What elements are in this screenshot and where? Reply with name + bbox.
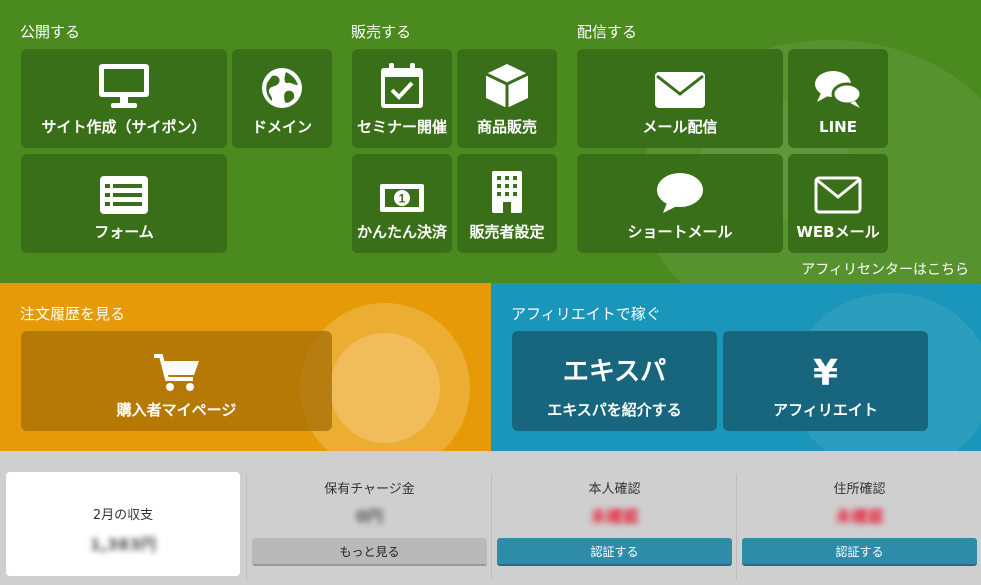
monthly-income-card: 2月の収支 1,383円 — [6, 472, 240, 576]
more-button[interactable]: もっと見る — [252, 538, 487, 566]
charge-title: 保有チャージ金 — [324, 482, 415, 497]
short-mail-tile[interactable]: ショートメール — [577, 154, 783, 253]
product-sales-label: 商品販売 — [476, 118, 537, 136]
yen-icon: ¥ — [812, 353, 839, 394]
divider — [246, 474, 247, 580]
identity-title: 本人確認 — [588, 482, 641, 497]
expa-logo-text: エキスパ — [562, 357, 667, 387]
banknote-icon: 1 — [379, 181, 425, 215]
svg-text:1: 1 — [399, 192, 406, 206]
affiliate-label: アフィリエイト — [773, 401, 878, 419]
product-sales-tile[interactable]: 商品販売 — [457, 49, 557, 148]
sell-section-title: 販売する — [351, 23, 412, 41]
address-title: 住所確認 — [833, 482, 886, 497]
box-icon — [484, 62, 530, 110]
seminar-label: セミナー開催 — [356, 118, 447, 136]
seller-settings-tile[interactable]: 販売者設定 — [457, 154, 557, 253]
domain-label: ドメイン — [251, 118, 312, 136]
divider — [491, 474, 492, 580]
affiliate-tile[interactable]: ¥ アフィリエイト — [723, 331, 928, 431]
publish-section-title: 公開する — [20, 23, 81, 41]
orders-panel: 注文履歴を見る 購入者マイページ — [0, 283, 491, 451]
web-mail-tile[interactable]: WEBメール — [788, 154, 888, 253]
seller-settings-label: 販売者設定 — [469, 223, 545, 241]
verify-address-button[interactable]: 認証する — [742, 538, 977, 566]
income-title: 2月の収支 — [92, 508, 154, 523]
charge-value: 0円 — [355, 507, 384, 526]
calendar-check-icon — [379, 62, 425, 110]
shopping-cart-icon — [153, 353, 201, 393]
form-list-icon — [99, 175, 149, 215]
monitor-icon — [97, 62, 151, 110]
site-creation-label: サイト作成（サイポン） — [41, 118, 207, 136]
orders-section-title: 注文履歴を見る — [20, 305, 126, 323]
affiliate-center-link[interactable]: アフィリセンターはこちら — [801, 259, 969, 279]
income-value-wrap: 1,383円 — [6, 531, 240, 555]
buyer-page-label: 購入者マイページ — [116, 401, 237, 419]
expa-referral-label: エキスパを紹介する — [547, 401, 682, 419]
character-illustration — [330, 333, 440, 443]
form-label: フォーム — [94, 223, 154, 241]
web-mail-label: WEBメール — [796, 223, 880, 241]
speech-bubble-icon — [655, 171, 705, 215]
affiliate-panel: アフィリエイトで稼ぐ エキスパ エキスパを紹介する ¥ アフィリエイト — [491, 283, 981, 451]
mail-delivery-tile[interactable]: メール配信 — [577, 49, 783, 148]
address-status: 未確認 — [835, 507, 884, 526]
seminar-tile[interactable]: セミナー開催 — [352, 49, 452, 148]
identity-value-wrap: 未確認 — [493, 504, 736, 526]
line-label: LINE — [819, 118, 857, 136]
easy-payment-tile[interactable]: 1 かんたん決済 — [352, 154, 452, 253]
line-tile[interactable]: LINE — [788, 49, 888, 148]
site-creation-tile[interactable]: サイト作成（サイポン） — [21, 49, 227, 148]
affiliate-section-title: アフィリエイトで稼ぐ — [511, 305, 661, 323]
globe-icon — [260, 66, 304, 110]
easy-payment-label: かんたん決済 — [356, 223, 447, 241]
tools-panel: 公開する 販売する 配信する サイト作成（サイポン） ドメイン フォーム セミナ… — [0, 0, 981, 283]
address-value-wrap: 未確認 — [738, 504, 981, 526]
identity-verification-card: 本人確認 未確認 認証する — [493, 474, 736, 574]
verify-identity-button[interactable]: 認証する — [497, 538, 732, 566]
domain-tile[interactable]: ドメイン — [232, 49, 332, 148]
identity-status: 未確認 — [590, 507, 639, 526]
short-mail-label: ショートメール — [627, 223, 733, 241]
building-icon — [490, 169, 524, 215]
income-value: 1,383円 — [89, 535, 157, 554]
chat-bubbles-icon — [813, 68, 863, 110]
envelope-icon — [654, 70, 706, 110]
buyer-page-tile[interactable]: 購入者マイページ — [21, 331, 332, 431]
form-tile[interactable]: フォーム — [21, 154, 227, 253]
mail-delivery-label: メール配信 — [642, 118, 718, 136]
charge-balance-card: 保有チャージ金 0円 もっと見る — [248, 474, 491, 574]
expa-referral-tile[interactable]: エキスパ エキスパを紹介する — [512, 331, 717, 431]
deliver-section-title: 配信する — [577, 23, 638, 41]
envelope-outline-icon — [813, 175, 863, 215]
charge-value-wrap: 0円 — [248, 504, 491, 526]
address-verification-card: 住所確認 未確認 認証する — [738, 474, 981, 574]
divider — [736, 474, 737, 580]
